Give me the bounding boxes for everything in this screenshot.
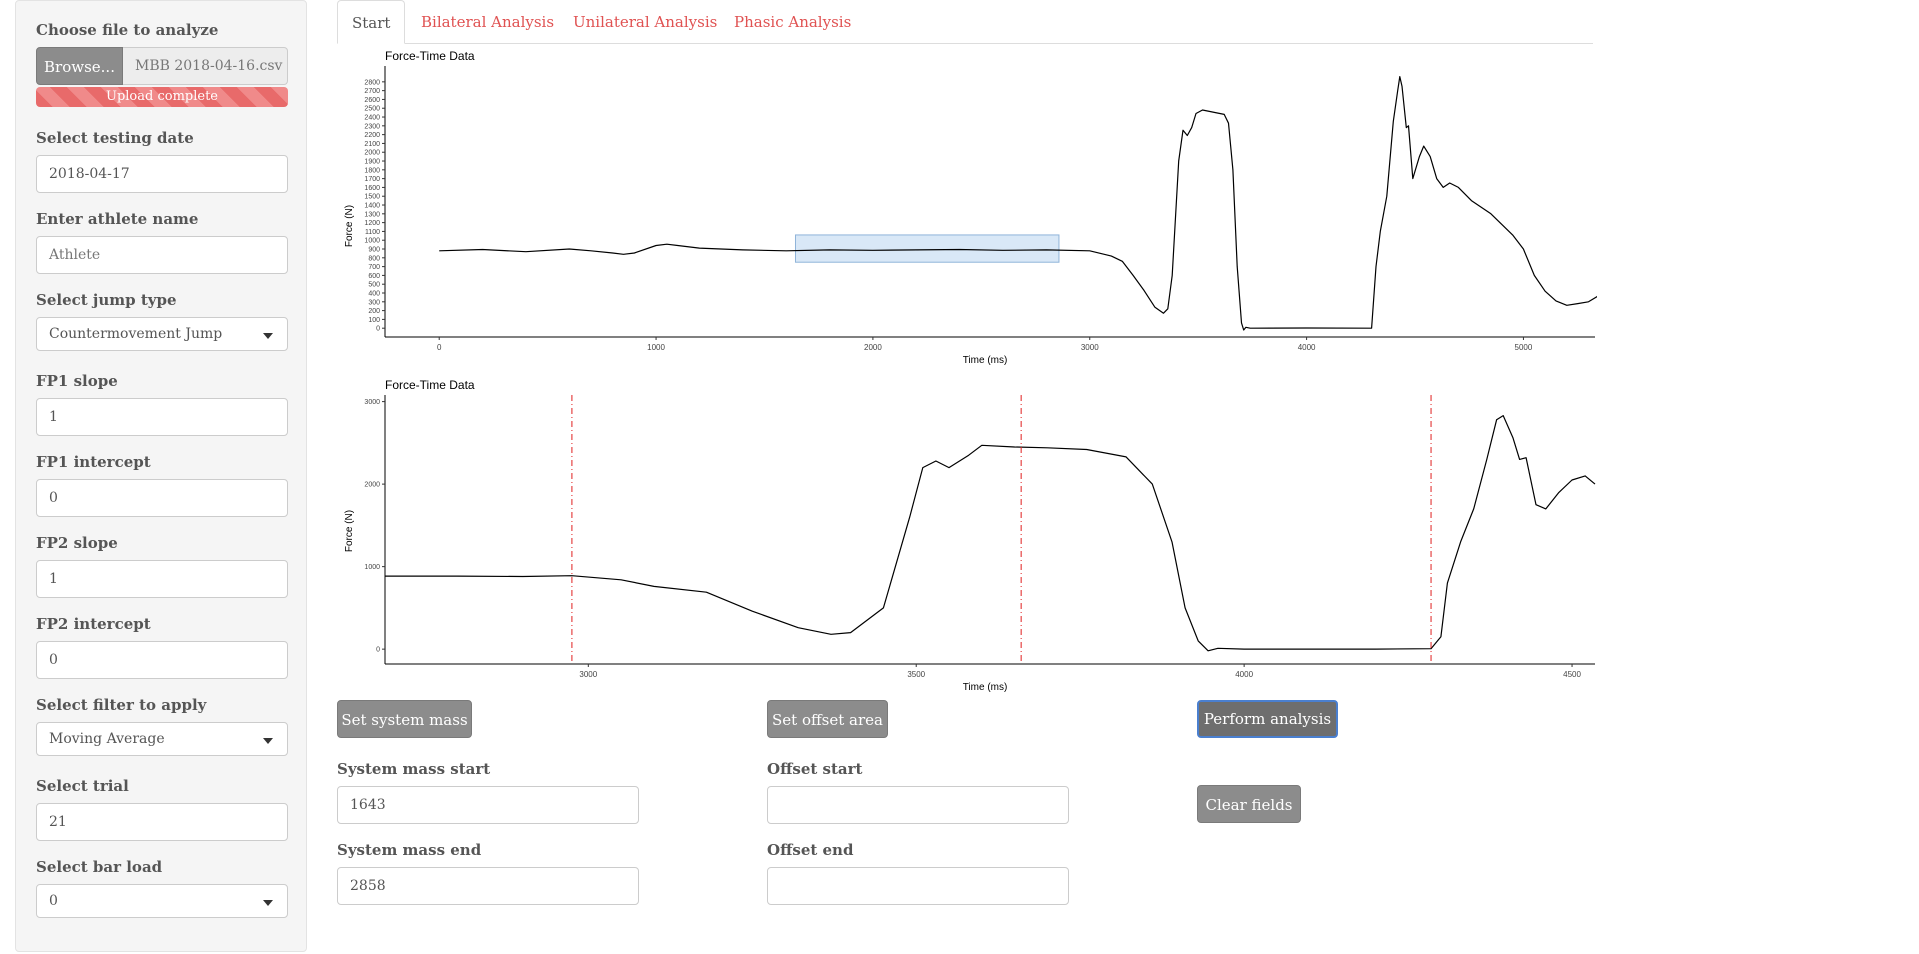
browse-button[interactable]: Browse... — [36, 47, 123, 85]
chart1-y-tick-label: 2400 — [364, 115, 380, 122]
chart1-x-tick-label: 2000 — [864, 343, 882, 352]
chart1-ylabel: Force (N) — [344, 205, 355, 247]
fp2-slope-label: FP2 slope — [36, 534, 118, 552]
chart1-y-tick-label: 900 — [368, 247, 380, 254]
clear-fields-button[interactable]: Clear fields — [1197, 785, 1301, 823]
athlete-input[interactable]: Athlete — [36, 236, 288, 274]
chart2-x-tick-label: 4500 — [1563, 670, 1581, 679]
chart1-y-tick-label: 2100 — [364, 141, 380, 148]
system-mass-end-label: System mass end — [337, 841, 482, 859]
chart2-x-tick-label: 3500 — [907, 670, 925, 679]
force-time-chart-1[interactable]: Force-Time Data Force (N) Time (ms) 0 100… — [337, 46, 1607, 372]
chart1-y-tick-label: 700 — [368, 264, 380, 271]
chart1-y-tick-label: 2700 — [364, 88, 380, 95]
fp1-slope-input[interactable]: 1 — [36, 398, 288, 436]
chart1-y-tick-label: 1600 — [364, 185, 380, 192]
offset-end-input[interactable] — [767, 867, 1069, 905]
perform-analysis-button[interactable]: Perform analysis — [1197, 700, 1338, 738]
chart1-x-tick-label: 4000 — [1298, 343, 1316, 352]
tab-bilateral-analysis[interactable]: Bilateral Analysis — [421, 0, 554, 43]
chart1-offset-selection — [794, 234, 1060, 263]
fp2-intercept-input[interactable]: 0 — [36, 641, 288, 679]
chart1-y-tick-label: 100 — [368, 317, 380, 324]
chart2-title: Force-Time Data — [385, 378, 475, 392]
chart2-y-tick-label: 0 — [376, 647, 380, 654]
system-mass-start-label: System mass start — [337, 760, 491, 778]
tab-start[interactable]: Start — [337, 0, 406, 44]
chart1-y-tick-label: 800 — [368, 255, 380, 262]
chart1-title: Force-Time Data — [385, 49, 475, 63]
upload-progress-bar: Upload complete — [36, 87, 288, 107]
chart1-y-tick-label: 2500 — [364, 106, 380, 113]
fp2-slope-input[interactable]: 1 — [36, 560, 288, 598]
chart1-y-tick-label: 1400 — [364, 203, 380, 210]
chart1-y-tick-label: 1200 — [364, 220, 380, 227]
fp1-intercept-input[interactable]: 0 — [36, 479, 288, 517]
chart1-y-tick-label: 1500 — [364, 194, 380, 201]
chart1-y-tick-label: 300 — [368, 299, 380, 306]
chart1-y-tick-label: 600 — [368, 273, 380, 280]
chart1-xlabel: Time (ms) — [963, 355, 1008, 366]
file-name-display: MBB 2018-04-16.csv — [123, 47, 288, 85]
filter-label: Select filter to apply — [36, 696, 207, 714]
chart2-x-tick-label: 4000 — [1235, 670, 1253, 679]
chart1-y-tick-label: 200 — [368, 308, 380, 315]
offset-start-input[interactable] — [767, 786, 1069, 824]
chart2-y-tick-label: 1000 — [364, 564, 380, 571]
trial-input[interactable]: 21 — [36, 803, 288, 841]
set-offset-area-button[interactable]: Set offset area — [767, 700, 888, 738]
fp2-intercept-label: FP2 intercept — [36, 615, 151, 633]
force-time-chart-2[interactable]: Force-Time Data Force (N) Time (ms) 0 100… — [337, 376, 1597, 696]
filter-select[interactable]: Moving Average — [36, 722, 288, 756]
chart2-xlabel: Time (ms) — [963, 682, 1008, 693]
chart1-y-tick-label: 1700 — [364, 176, 380, 183]
set-system-mass-button[interactable]: Set system mass — [337, 700, 472, 738]
offset-end-label: Offset end — [767, 841, 854, 859]
sidebar-panel: Choose file to analyze Browse... MBB 201… — [15, 0, 307, 952]
chart1-y-tick-label: 0 — [376, 326, 380, 333]
file-label: Choose file to analyze — [36, 21, 219, 39]
chart2-series-line-0 — [385, 415, 1596, 652]
chart1-y-tick-label: 500 — [368, 282, 380, 289]
fp1-slope-label: FP1 slope — [36, 372, 118, 390]
tab-phasic-analysis[interactable]: Phasic Analysis — [734, 0, 851, 43]
chart1-y-tick-label: 1100 — [365, 229, 380, 236]
tab-unilateral-analysis[interactable]: Unilateral Analysis — [573, 0, 717, 43]
athlete-label: Enter athlete name — [36, 210, 199, 228]
chart1-y-tick-label: 2000 — [364, 150, 380, 157]
bar-load-select[interactable]: 0 — [36, 884, 288, 918]
date-input[interactable]: 2018-04-17 — [36, 155, 288, 193]
trial-label: Select trial — [36, 777, 129, 795]
chart2-ylabel: Force (N) — [344, 510, 355, 552]
system-mass-end-input[interactable]: 2858 — [337, 867, 639, 905]
jump-type-select[interactable]: Countermovement Jump — [36, 317, 288, 351]
tab-bar: Start Bilateral Analysis Unilateral Anal… — [337, 0, 1593, 44]
chart1-y-tick-label: 1300 — [364, 211, 380, 218]
chart1-x-tick-label: 5000 — [1515, 343, 1533, 352]
chart1-y-tick-label: 1900 — [364, 159, 380, 166]
chart1-x-tick-label: 0 — [437, 343, 442, 352]
chart1-x-tick-label: 1000 — [647, 343, 665, 352]
chart1-y-tick-label: 2600 — [364, 97, 380, 104]
chart1-y-tick-label: 2800 — [364, 79, 380, 86]
chart1-x-tick-label: 3000 — [1081, 343, 1099, 352]
fp1-intercept-label: FP1 intercept — [36, 453, 151, 471]
offset-start-label: Offset start — [767, 760, 863, 778]
system-mass-start-input[interactable]: 1643 — [337, 786, 639, 824]
chart1-series-line-0 — [439, 76, 1607, 331]
chart1-y-tick-label: 2300 — [364, 123, 380, 130]
bar-load-label: Select bar load — [36, 858, 163, 876]
chart1-y-tick-label: 1800 — [364, 167, 380, 174]
jump-type-label: Select jump type — [36, 291, 177, 309]
chart2-x-tick-label: 3000 — [579, 670, 597, 679]
chart2-y-tick-label: 3000 — [364, 399, 380, 406]
force-time-plot-full[interactable]: Force-Time Data Force (N) Time (ms) 0 100… — [337, 46, 1607, 377]
chart1-y-tick-label: 1000 — [364, 238, 380, 245]
chart1-y-tick-label: 400 — [368, 291, 380, 298]
date-label: Select testing date — [36, 129, 194, 147]
file-input-group: Browse... MBB 2018-04-16.csv — [36, 47, 288, 87]
chart1-y-tick-label: 2200 — [364, 132, 380, 139]
force-time-plot-zoomed[interactable]: Force-Time Data Force (N) Time (ms) 0 100… — [337, 376, 1597, 701]
chart2-y-tick-label: 2000 — [364, 482, 380, 489]
